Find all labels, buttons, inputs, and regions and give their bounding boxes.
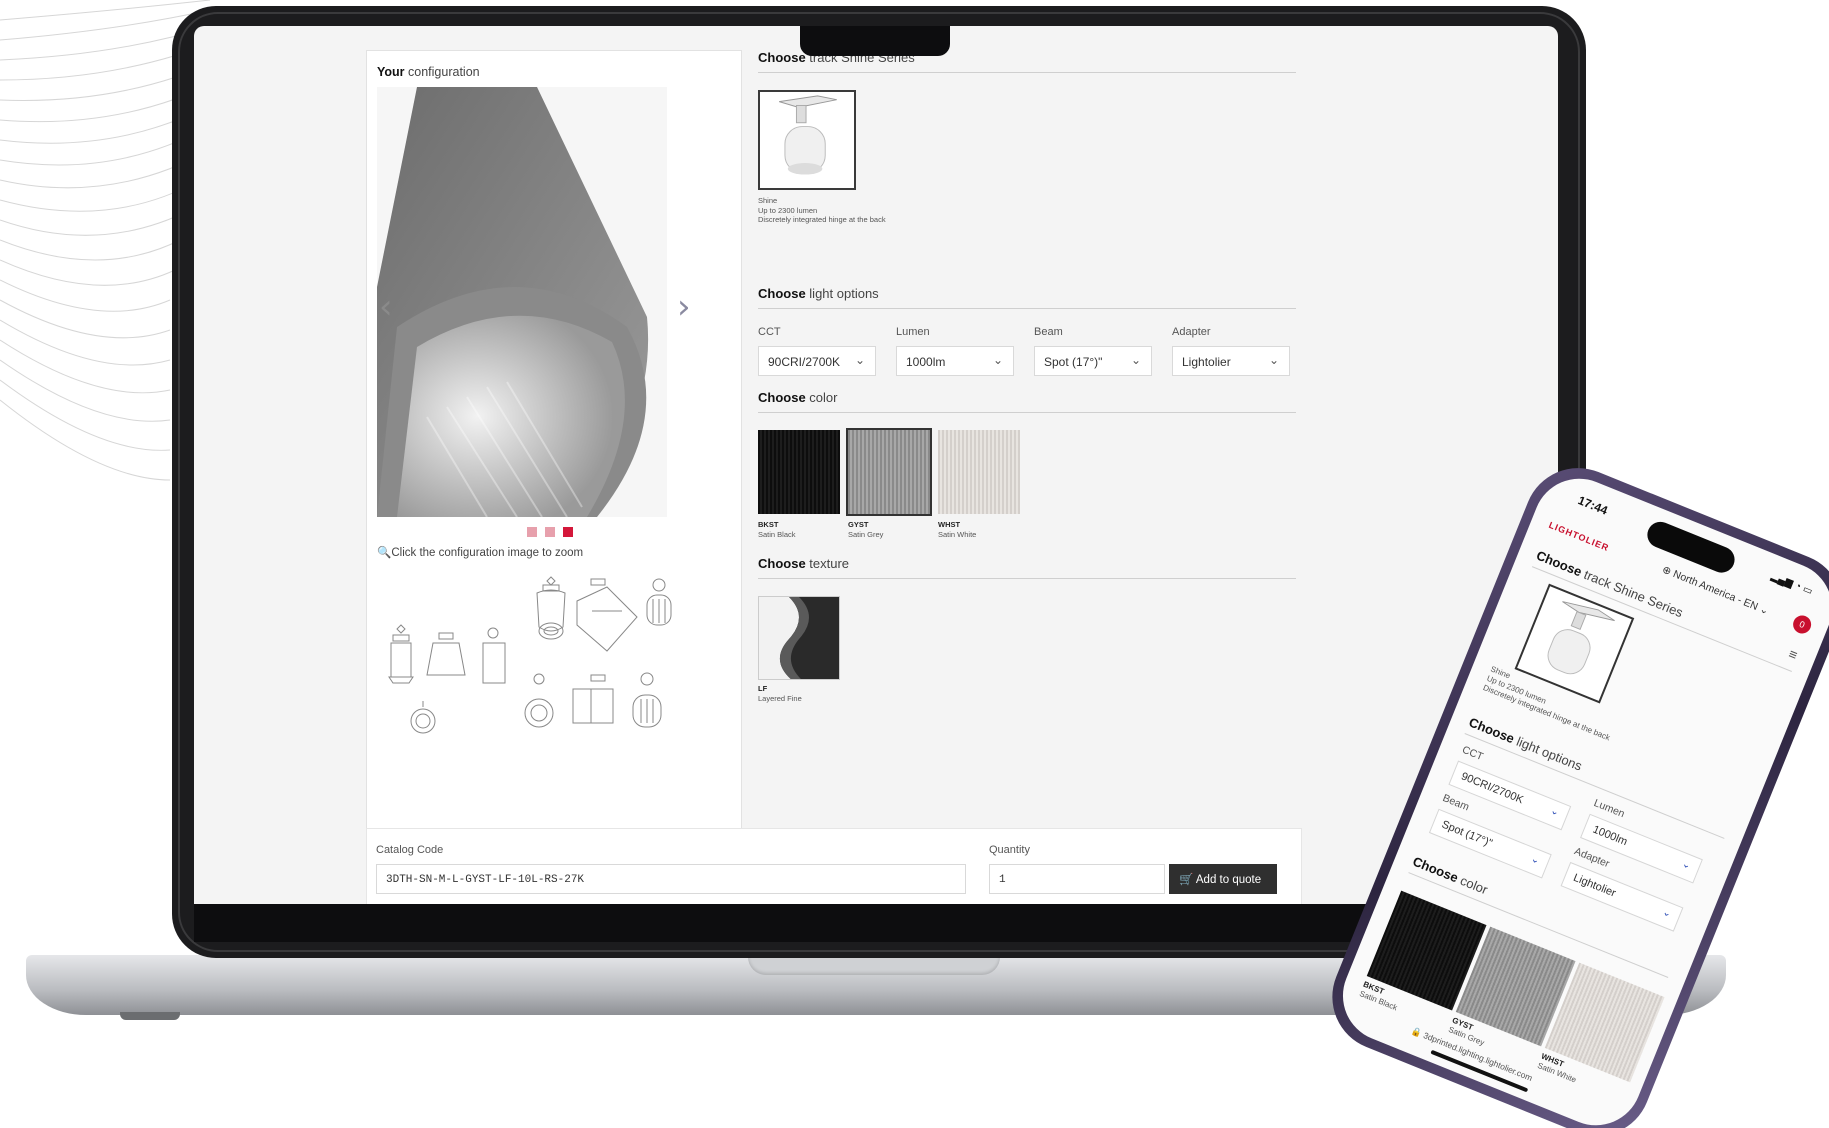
laptop-screen: Your configuration ‹ › 🔍Click the config… (194, 26, 1558, 904)
configuration-image[interactable] (377, 87, 667, 517)
chevron-down-icon: ⌄ (992, 353, 1003, 367)
menu-icon[interactable]: ≡ (1786, 645, 1800, 663)
phone-color-title: Choose color (1410, 853, 1490, 898)
add-to-quote-button[interactable]: 🛒 Add to quote (1169, 864, 1277, 894)
chevron-down-icon: ⌄ (1660, 906, 1673, 921)
laptop-opening-lip (748, 957, 1000, 975)
adapter-select[interactable]: Lightolier ⌄ (1172, 346, 1290, 376)
texture-swatch-layered-fine[interactable] (758, 596, 840, 680)
brand-logo[interactable]: LIGHTOLIER (1547, 520, 1610, 553)
texture-section-title: Choose texture (758, 556, 850, 571)
configuration-panel: Your configuration ‹ › 🔍Click the config… (366, 50, 742, 836)
cart-icon[interactable]: 0 (1790, 612, 1814, 637)
chevron-right-icon[interactable]: › (677, 287, 691, 327)
carousel-dot[interactable] (527, 527, 537, 537)
globe-icon: ⊕ (1660, 563, 1674, 579)
color-swatch-grey[interactable] (846, 428, 932, 516)
color-swatch-white[interactable] (938, 430, 1020, 514)
divider (758, 578, 1296, 579)
divider (758, 308, 1296, 309)
carousel-dot[interactable] (545, 527, 555, 537)
track-option-caption: Shine Up to 2300 lumen Discretely integr… (758, 196, 886, 224)
cct-select[interactable]: 90CRI/2700K ⌄ (758, 346, 876, 376)
catalog-code-label: Catalog Code (376, 844, 444, 856)
chevron-down-icon: ⌄ (854, 353, 865, 367)
color-caption: GYST Satin Grey (848, 520, 884, 539)
zoom-hint: 🔍Click the configuration image to zoom (377, 547, 584, 559)
color-caption: WHST Satin White (938, 520, 977, 539)
light-section-title: Choose light options (758, 286, 879, 301)
divider (758, 412, 1296, 413)
color-caption: BKST Satin Black (758, 520, 796, 539)
track-fixture-icon (779, 95, 837, 175)
configuration-title: Your configuration (377, 65, 480, 79)
color-swatch-black[interactable] (758, 430, 840, 514)
phone-cct-label: CCT (1460, 743, 1485, 764)
divider (758, 72, 1296, 73)
quantity-field[interactable]: 1 (989, 864, 1165, 894)
quantity-label: Quantity (989, 844, 1030, 856)
adapter-value: Lightolier (1182, 355, 1231, 369)
lumen-value: 1000lm (906, 355, 946, 369)
beam-value: Spot (17°)" (1044, 355, 1103, 369)
chevron-down-icon: ⌄ (1529, 853, 1542, 867)
product-render (377, 87, 667, 517)
adapter-label: Adapter (1172, 326, 1211, 338)
lumen-select[interactable]: 1000lm ⌄ (896, 346, 1014, 376)
cct-label: CCT (758, 326, 781, 338)
chevron-down-icon: ⌄ (1680, 858, 1693, 872)
carousel-dot-active[interactable] (563, 527, 573, 537)
chevron-down-icon: ⌄ (1268, 353, 1279, 367)
zoom-icon: 🔍 (377, 547, 392, 559)
lock-icon: 🔒 (1410, 1025, 1424, 1039)
cart-icon: 🛒 (1179, 874, 1194, 886)
texture-preview (759, 597, 839, 679)
track-option-card[interactable] (758, 90, 856, 190)
texture-caption: LF Layered Fine (758, 684, 802, 703)
beam-select[interactable]: Spot (17°)" ⌄ (1034, 346, 1152, 376)
color-section-title: Choose color (758, 390, 838, 405)
chevron-down-icon: ⌄ (1757, 603, 1771, 618)
chevron-down-icon: ⌄ (1130, 353, 1141, 367)
status-time: 17:44 (1575, 493, 1610, 518)
phone-beam-label: Beam (1440, 792, 1471, 814)
laptop-foot (120, 1012, 180, 1020)
beam-label: Beam (1034, 326, 1063, 338)
lumen-label: Lumen (896, 326, 930, 338)
carousel-dots (527, 527, 573, 537)
chevron-left-icon[interactable]: ‹ (379, 287, 393, 327)
camera-notch (800, 26, 950, 56)
status-icons: ▂▄▆ ◔ ▭ (1769, 570, 1814, 598)
catalog-code-field[interactable]: 3DTH-SN-M-L-GYST-LF-10L-RS-27K (376, 864, 966, 894)
technical-drawings[interactable] (377, 571, 727, 821)
chevron-down-icon: ⌄ (1548, 805, 1561, 819)
cct-value: 90CRI/2700K (768, 355, 841, 369)
